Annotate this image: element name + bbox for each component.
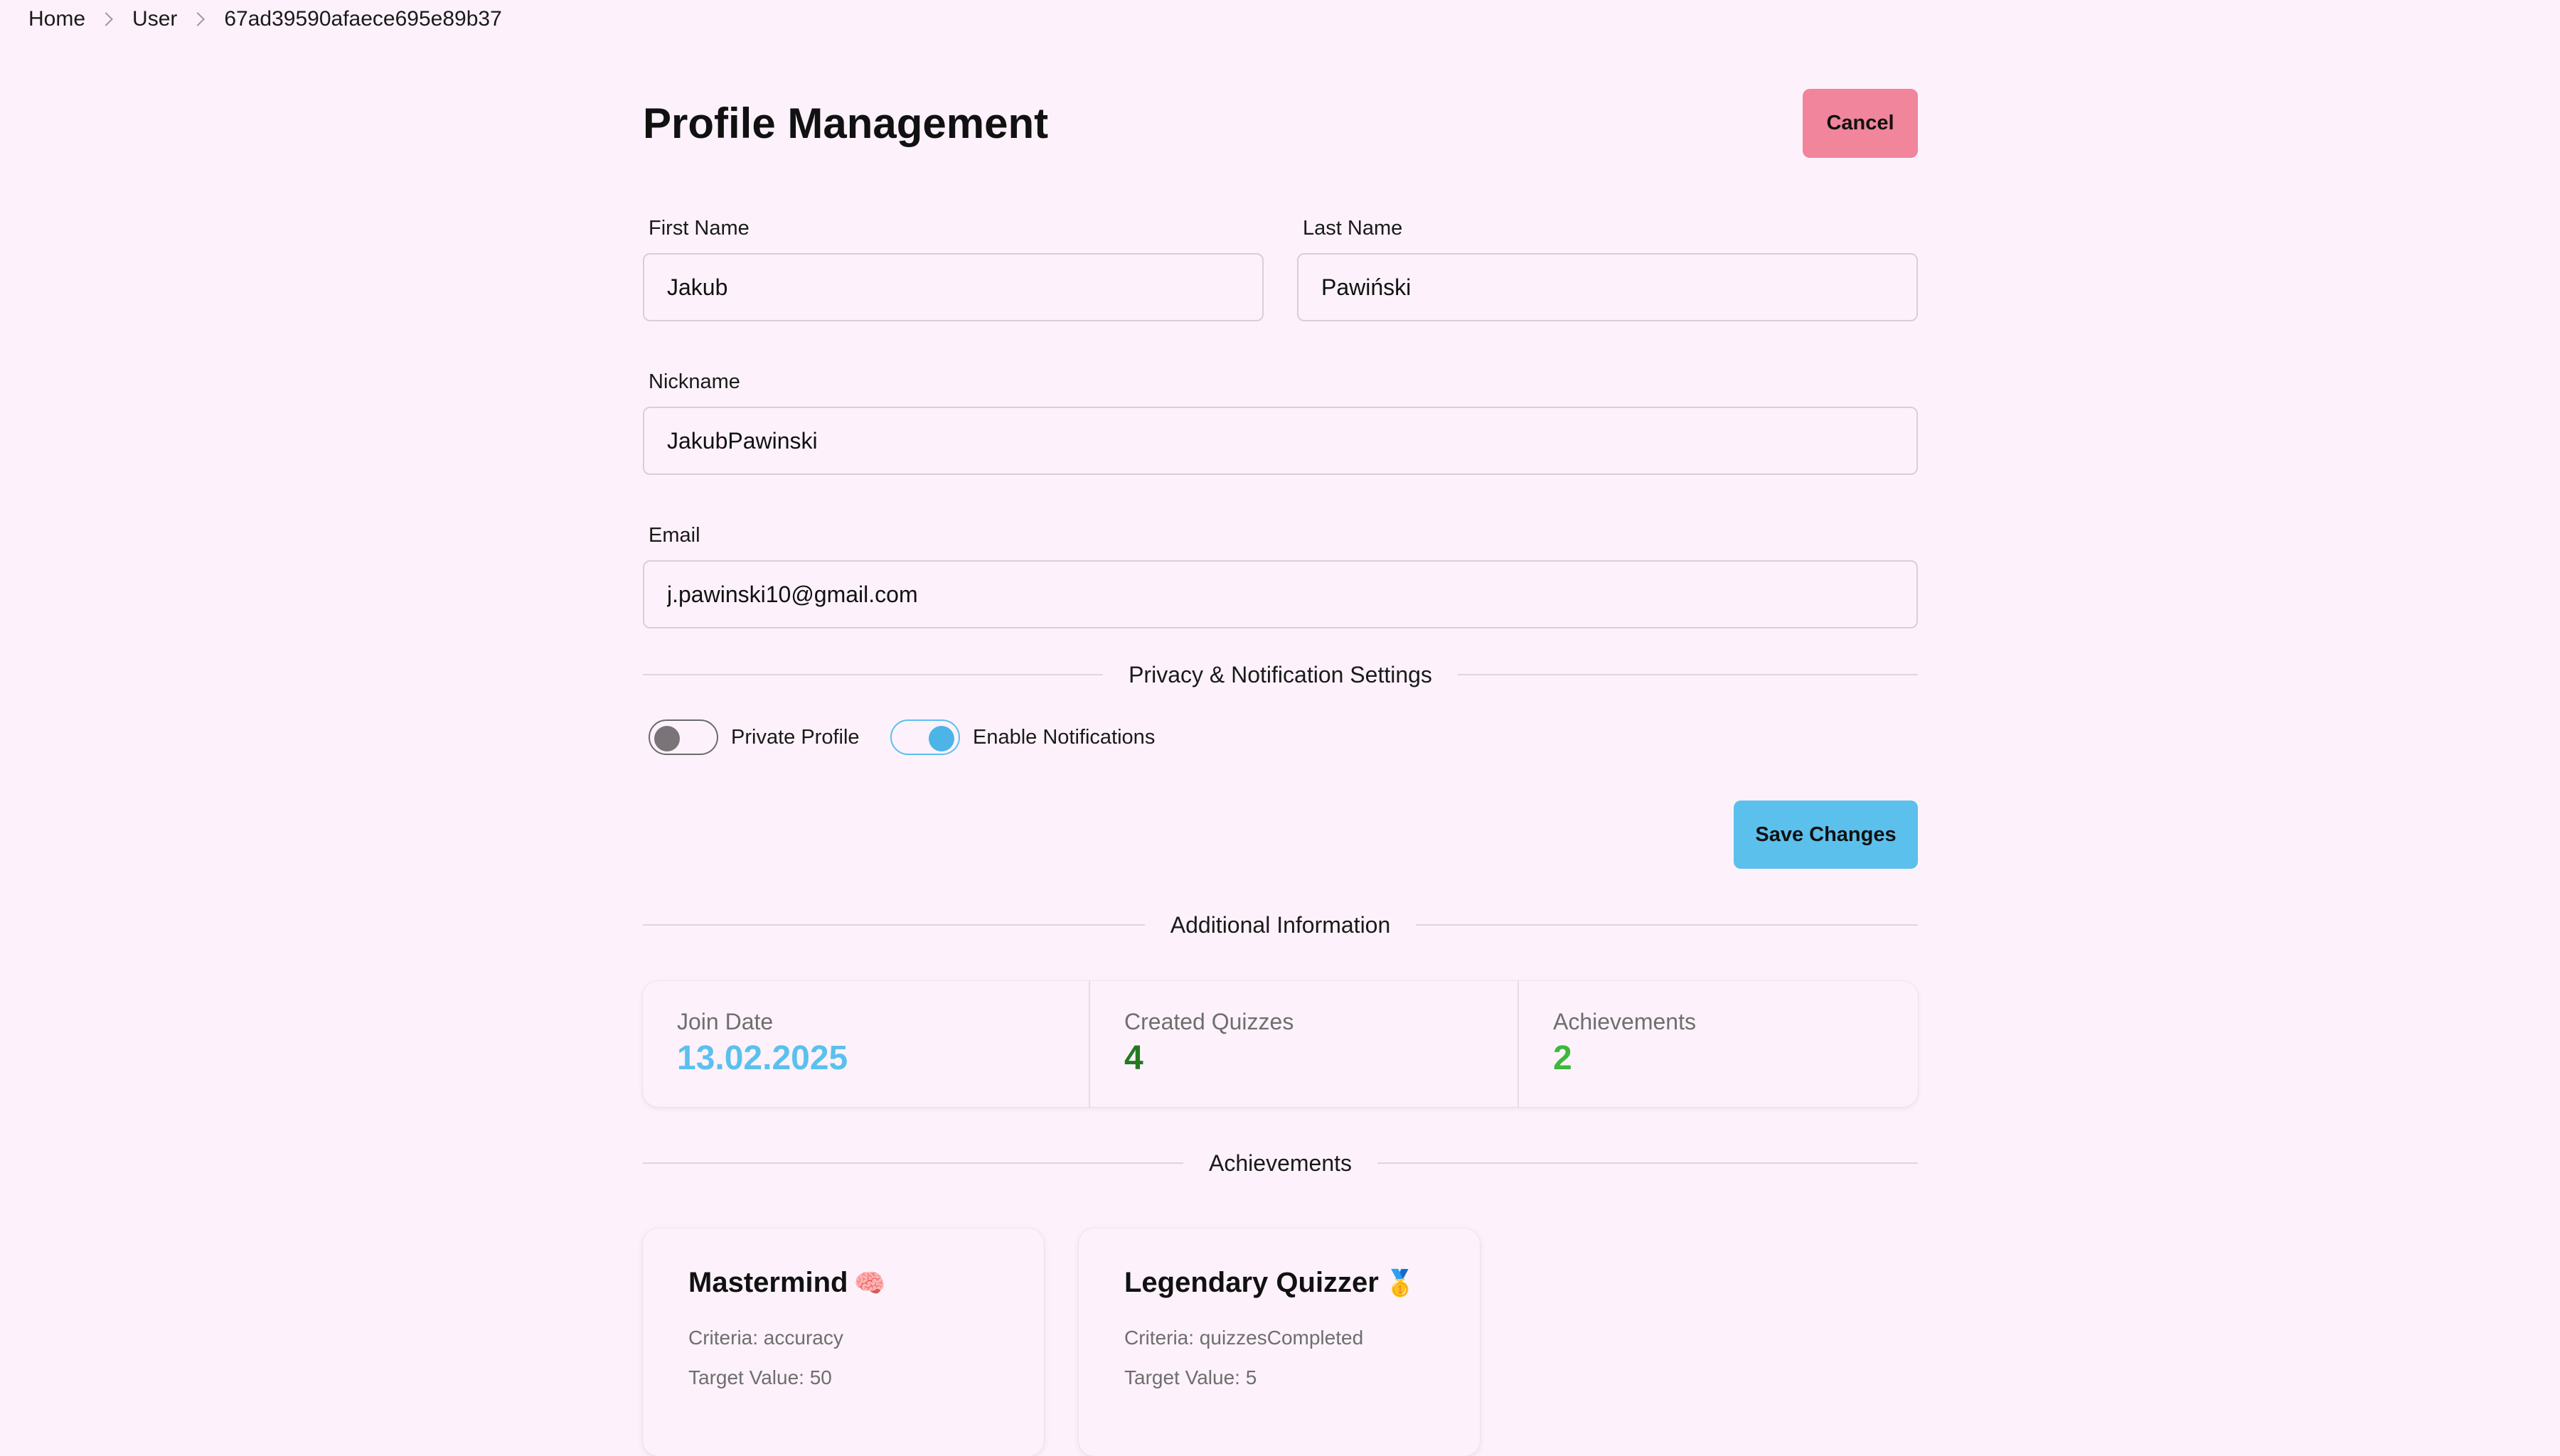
last-name-input[interactable] bbox=[1297, 253, 1918, 321]
divider-line bbox=[643, 924, 1145, 926]
email-input[interactable] bbox=[643, 560, 1918, 628]
stat-value: 4 bbox=[1124, 1039, 1143, 1077]
achievement-card: Mastermind 🧠 Criteria: accuracy Target Va… bbox=[643, 1228, 1044, 1456]
divider-line bbox=[1457, 674, 1918, 675]
stats-panel: Join Date 13.02.2025 Created Quizzes 4 A… bbox=[643, 981, 1918, 1107]
divider-line bbox=[643, 1162, 1184, 1164]
divider-line bbox=[1377, 1162, 1919, 1164]
notifications-setting: Enable Notifications bbox=[890, 719, 1155, 755]
achievement-card: Legendary Quizzer 🥇 Criteria: quizzesComp… bbox=[1079, 1228, 1480, 1456]
toggle-knob bbox=[929, 726, 954, 751]
last-name-label: Last Name bbox=[1303, 217, 1403, 240]
stat-achievements: Achievements 2 bbox=[1518, 981, 1918, 1107]
stat-created-quizzes: Created Quizzes 4 bbox=[1089, 981, 1518, 1107]
email-label: Email bbox=[649, 524, 700, 547]
privacy-settings-divider: Privacy & Notification Settings bbox=[643, 660, 1918, 689]
additional-info-heading: Additional Information bbox=[1170, 911, 1391, 938]
first-name-input[interactable] bbox=[643, 253, 1264, 321]
chevron-right-icon bbox=[191, 12, 206, 26]
achievement-title: Legendary Quizzer 🥇 bbox=[1124, 1265, 1480, 1300]
achievement-target: Target Value: 5 bbox=[1124, 1366, 1257, 1388]
achievement-criteria: Criteria: accuracy bbox=[688, 1327, 843, 1349]
achievement-target: Target Value: 50 bbox=[688, 1366, 832, 1388]
breadcrumb-user-id: 67ad39590afaece695e89b37 bbox=[224, 7, 502, 31]
breadcrumb-user[interactable]: User bbox=[132, 7, 177, 31]
additional-info-divider: Additional Information bbox=[643, 911, 1919, 939]
achievement-title: Mastermind 🧠 bbox=[688, 1265, 1044, 1300]
notifications-toggle[interactable] bbox=[890, 719, 960, 755]
achievement-title-text: Mastermind bbox=[688, 1267, 848, 1298]
brain-icon: 🧠 bbox=[853, 1268, 886, 1297]
divider-line bbox=[1416, 924, 1919, 926]
achievements-heading: Achievements bbox=[1209, 1150, 1352, 1176]
stat-label: Join Date bbox=[677, 1009, 774, 1034]
first-name-label: First Name bbox=[649, 217, 750, 240]
page-title: Profile Management bbox=[643, 100, 1049, 147]
stat-value: 2 bbox=[1553, 1039, 1572, 1077]
breadcrumb: Home User 67ad39590afaece695e89b37 bbox=[28, 7, 502, 31]
private-profile-toggle[interactable] bbox=[649, 719, 718, 755]
stat-label: Created Quizzes bbox=[1124, 1009, 1294, 1034]
cancel-button[interactable]: Cancel bbox=[1803, 89, 1918, 158]
achievement-criteria: Criteria: quizzesCompleted bbox=[1124, 1327, 1364, 1349]
save-changes-button[interactable]: Save Changes bbox=[1734, 801, 1918, 869]
medal-icon: 🥇 bbox=[1384, 1268, 1417, 1297]
breadcrumb-home[interactable]: Home bbox=[28, 7, 85, 31]
notifications-label: Enable Notifications bbox=[973, 725, 1156, 749]
toggle-knob bbox=[654, 726, 680, 751]
nickname-input[interactable] bbox=[643, 407, 1918, 475]
achievement-title-text: Legendary Quizzer bbox=[1124, 1267, 1379, 1298]
achievements-divider: Achievements bbox=[643, 1149, 1919, 1177]
stat-value: 13.02.2025 bbox=[677, 1039, 848, 1077]
divider-line bbox=[643, 674, 1104, 675]
privacy-settings-heading: Privacy & Notification Settings bbox=[1129, 661, 1432, 687]
nickname-label: Nickname bbox=[649, 370, 740, 393]
chevron-right-icon bbox=[99, 12, 113, 26]
stat-label: Achievements bbox=[1553, 1009, 1696, 1034]
stat-join-date: Join Date 13.02.2025 bbox=[643, 981, 1089, 1107]
private-profile-setting: Private Profile bbox=[649, 719, 860, 755]
private-profile-label: Private Profile bbox=[731, 725, 860, 749]
